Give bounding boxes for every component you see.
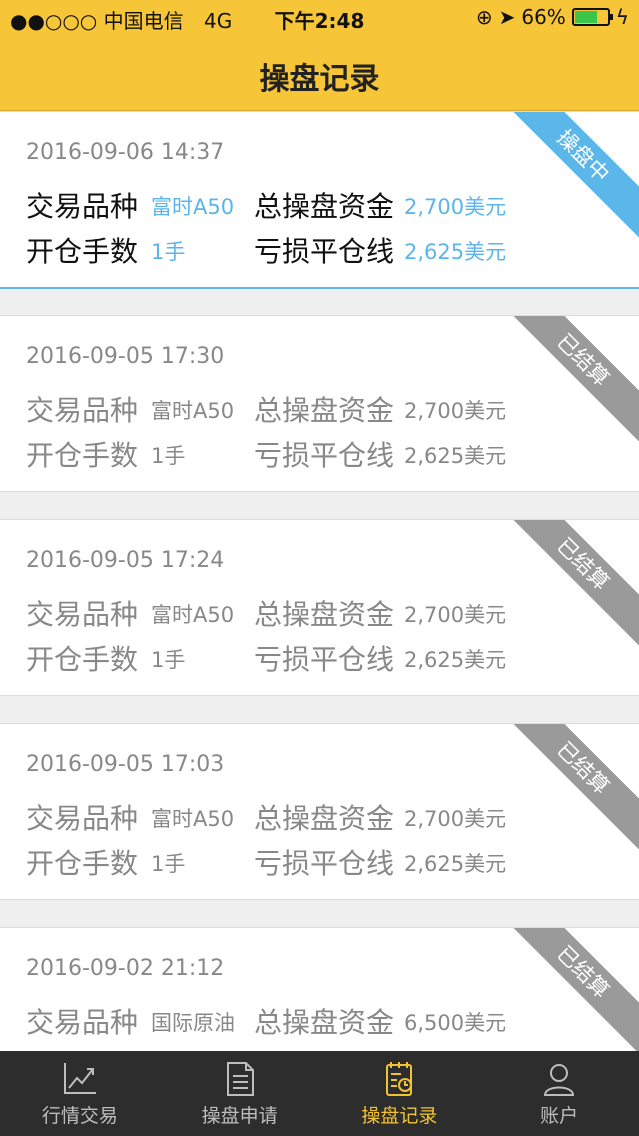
tab-bar: 行情交易 操盘申请 操盘记录 账户 [0,1051,639,1136]
stop-loss-value: 2,625美元 [404,444,507,468]
record-date: 2016-09-06 14:37 [26,140,225,165]
capital-value: 2,700美元 [404,399,507,423]
capital-label: 总操盘资金 [254,1006,395,1039]
status-badge: 已结算 [499,724,639,852]
stop-loss-value: 2,625美元 [404,648,507,672]
stop-loss-label: 亏损平仓线 [254,643,395,676]
record-date: 2016-09-05 17:03 [26,752,225,777]
tab-market-trading[interactable]: 行情交易 [0,1051,160,1136]
status-badge: 已结算 [499,928,639,1051]
nav-bar: 操盘记录 [0,34,639,111]
lots-value: 1手 [151,240,186,264]
stop-loss-label: 亏损平仓线 [254,439,395,472]
variety-value: 富时A50 [151,195,235,219]
capital-value: 6,500美元 [404,1011,507,1035]
capital-value: 2,700美元 [404,603,507,627]
stop-loss-value: 2,625美元 [404,240,507,264]
record-date: 2016-09-05 17:30 [26,344,225,369]
lots-value: 1手 [151,648,186,672]
page-title: 操盘记录 [259,62,380,97]
status-badge: 操盘中 [499,112,639,240]
record-list[interactable]: 2016-09-06 14:37 操盘中 交易品种 富时A50 总操盘资金 2,… [0,111,639,1051]
variety-label: 交易品种 [26,1006,139,1039]
status-badge: 已结算 [499,520,639,648]
stop-loss-label: 亏损平仓线 [254,847,395,880]
status-right: ⊕ ➤ 66% ϟ [476,5,629,29]
lots-label: 开仓手数 [26,847,139,880]
capital-label: 总操盘资金 [254,598,395,631]
record-icon [386,1062,413,1096]
capital-label: 总操盘资金 [254,802,395,835]
lots-value: 1手 [151,852,186,876]
lots-label: 开仓手数 [26,439,139,472]
lots-label: 开仓手数 [26,235,139,268]
status-badge: 已结算 [499,316,639,444]
stop-loss-label: 亏损平仓线 [254,235,395,268]
chart-icon [63,1063,96,1094]
capital-value: 2,700美元 [404,807,507,831]
variety-value: 富时A50 [151,807,235,831]
tab-label: 操盘申请 [201,1105,278,1127]
record-card[interactable]: 2016-09-05 17:30 已结算 交易品种 富时A50 总操盘资金 2,… [0,315,639,492]
stop-loss-value: 2,625美元 [404,852,507,876]
variety-value: 富时A50 [151,399,235,423]
status-bar: ●●○○○ 中国电信 4G 下午2:48 ⊕ ➤ 66% ϟ [0,0,639,34]
variety-label: 交易品种 [26,190,139,223]
battery-icon [571,8,613,26]
capital-label: 总操盘资金 [254,190,395,223]
record-card[interactable]: 2016-09-02 21:12 已结算 交易品种 国际原油 总操盘资金 6,5… [0,927,639,1051]
capital-value: 2,700美元 [404,195,507,219]
variety-label: 交易品种 [26,802,139,835]
location-icon: ➤ [498,5,516,29]
tab-label: 操盘记录 [361,1105,438,1127]
lock-rotation-icon: ⊕ [475,5,493,29]
user-icon [544,1064,575,1096]
lots-value: 1手 [151,444,186,468]
record-date: 2016-09-02 21:12 [26,956,225,981]
tab-trading-application[interactable]: 操盘申请 [160,1051,320,1136]
variety-label: 交易品种 [26,598,139,631]
record-date: 2016-09-05 17:24 [26,548,225,573]
variety-value: 富时A50 [151,603,235,627]
capital-label: 总操盘资金 [254,394,395,427]
document-icon [226,1062,254,1096]
battery-percent: 66% [521,5,566,29]
record-card[interactable]: 2016-09-05 17:24 已结算 交易品种 富时A50 总操盘资金 2,… [0,519,639,696]
tab-label: 行情交易 [41,1105,118,1127]
charging-icon: ϟ [615,5,629,29]
tab-account[interactable]: 账户 [479,1051,639,1136]
record-card[interactable]: 2016-09-06 14:37 操盘中 交易品种 富时A50 总操盘资金 2,… [0,111,639,289]
tab-label: 账户 [540,1105,579,1127]
tab-trading-records[interactable]: 操盘记录 [320,1051,480,1136]
record-card[interactable]: 2016-09-05 17:03 已结算 交易品种 富时A50 总操盘资金 2,… [0,723,639,900]
variety-value: 国际原油 [151,1011,235,1035]
lots-label: 开仓手数 [26,643,139,676]
variety-label: 交易品种 [26,394,139,427]
